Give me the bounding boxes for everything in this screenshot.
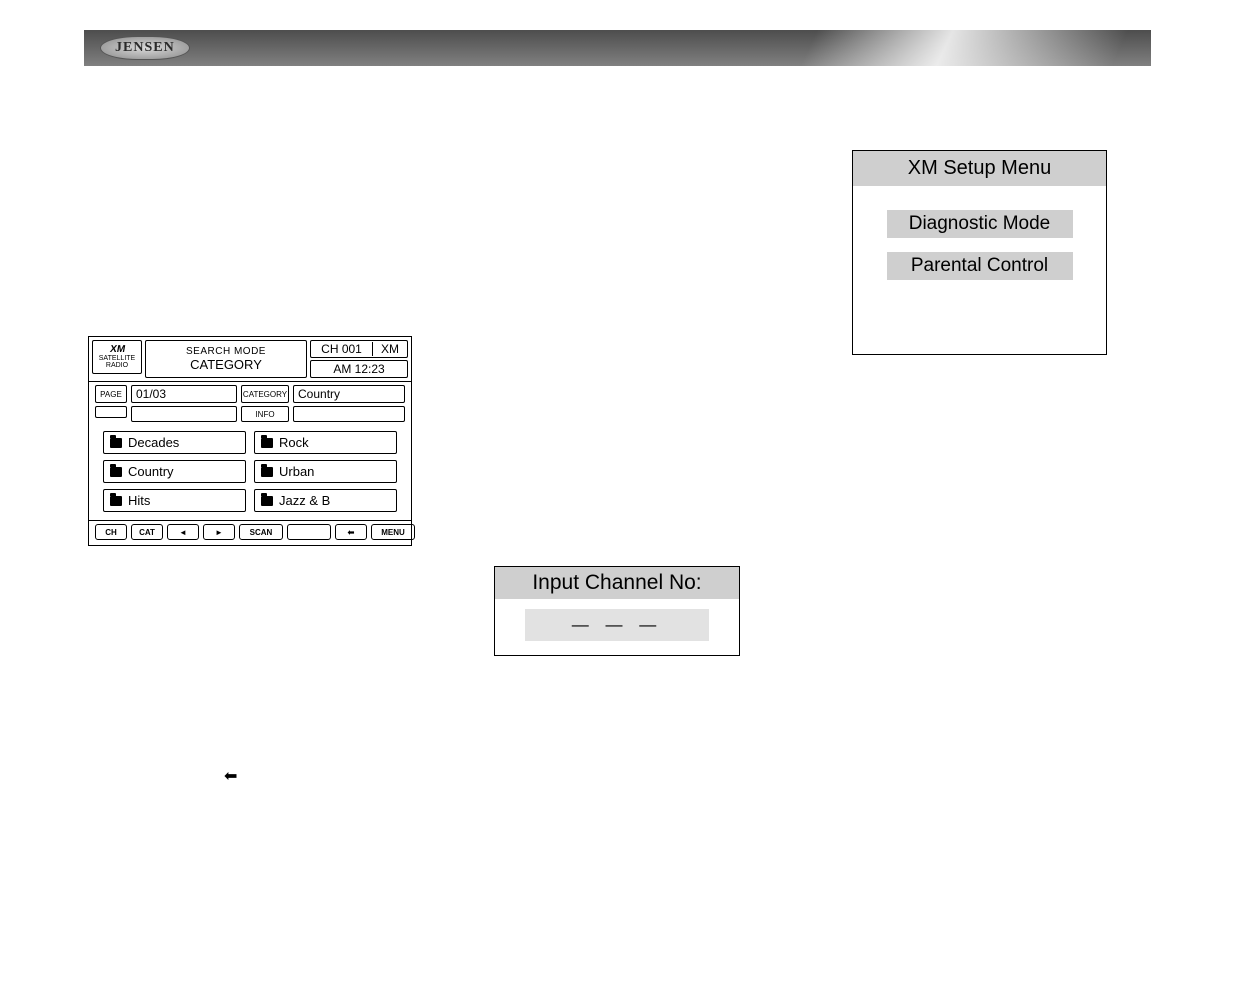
category-rock[interactable]: Rock (254, 431, 397, 454)
page-number: 22 (611, 946, 624, 960)
folder-icon (261, 467, 273, 477)
channel-indicator: CH 001XM (310, 340, 408, 358)
foot-cat-button[interactable]: CAT (131, 524, 163, 540)
foot-scan-button[interactable]: SCAN (239, 524, 283, 540)
foot-next-button[interactable] (203, 524, 235, 540)
category-jazz[interactable]: Jazz & B (254, 489, 397, 512)
category-hits[interactable]: Hits (103, 489, 246, 512)
blank-pill (95, 406, 127, 418)
setup-menu-title: XM Setup Menu (853, 151, 1106, 186)
foot-back-button[interactable]: ⬅ (335, 524, 367, 540)
inline-back-arrow-icon: ⬅ (224, 766, 237, 786)
arrow-right-icon (215, 528, 223, 537)
arrow-left-icon (179, 528, 187, 537)
info-label: INFO (241, 406, 289, 422)
foot-blank-button[interactable] (287, 524, 331, 540)
header-band: JENSEN (84, 30, 1151, 66)
folder-icon (110, 496, 122, 506)
folder-icon (110, 438, 122, 448)
menu-item-diagnostic[interactable]: Diagnostic Mode (887, 210, 1073, 238)
input-channel-box: Input Channel No: — — — (494, 566, 740, 656)
input-channel-title: Input Channel No: (495, 567, 739, 599)
category-label: CATEGORY (241, 385, 289, 403)
time-indicator: AM 12:23 (310, 360, 408, 378)
menu-item-parental[interactable]: Parental Control (887, 252, 1073, 280)
category-value: Country (293, 385, 405, 403)
search-mode-box: SEARCH MODE CATEGORY (145, 340, 307, 378)
page-value: 01/03 (131, 385, 237, 403)
xm-setup-menu: XM Setup Menu Diagnostic Mode Parental C… (852, 150, 1107, 355)
category-screen: XM SATELLITE RADIO SEARCH MODE CATEGORY … (88, 336, 412, 546)
page-label: PAGE (95, 385, 127, 403)
folder-icon (261, 438, 273, 448)
blank-value (131, 406, 237, 422)
channel-number-field[interactable]: — — — (525, 609, 709, 641)
foot-menu-button[interactable]: MENU (371, 524, 415, 540)
category-decades[interactable]: Decades (103, 431, 246, 454)
info-value (293, 406, 405, 422)
category-urban[interactable]: Urban (254, 460, 397, 483)
back-arrow-icon: ⬅ (348, 528, 355, 537)
foot-prev-button[interactable] (167, 524, 199, 540)
folder-icon (110, 467, 122, 477)
category-country[interactable]: Country (103, 460, 246, 483)
xm-satellite-radio-icon: XM SATELLITE RADIO (92, 340, 142, 374)
brand-logo: JENSEN (100, 36, 190, 60)
folder-icon (261, 496, 273, 506)
foot-ch-button[interactable]: CH (95, 524, 127, 540)
